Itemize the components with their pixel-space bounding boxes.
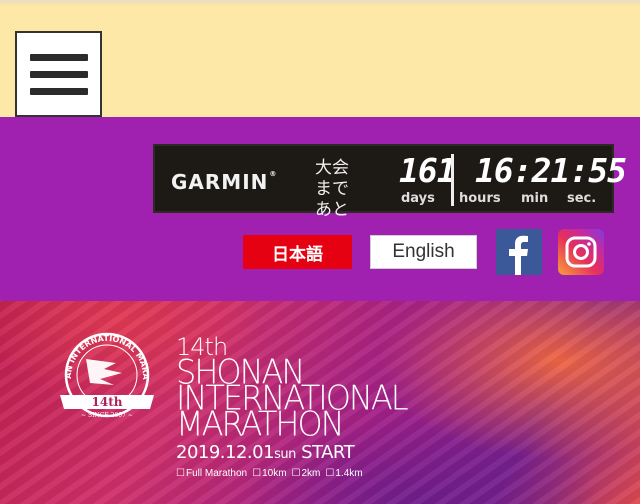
hamburger-menu-icon	[29, 53, 88, 61]
instagram-icon	[565, 236, 597, 268]
title-line: MARATHON	[176, 404, 345, 444]
language-japanese-button[interactable]: 日本語	[243, 235, 352, 269]
top-header	[0, 0, 640, 117]
marathon-emblem: SHONAN INTERNATIONAL MARATHON 14th ~ SIN…	[56, 329, 154, 419]
countdown-banner[interactable]: GARMIN® 大会まで あと 161 16:21:55 days hours …	[153, 144, 627, 220]
hamburger-menu-icon-bar	[29, 70, 88, 78]
unit-sec: sec.	[567, 191, 597, 206]
instagram-link[interactable]	[558, 229, 604, 275]
language-english-button[interactable]: English	[370, 235, 477, 269]
race-date: 2019.12.01sun START	[176, 442, 355, 463]
facebook-icon	[509, 235, 528, 275]
unit-hours: hours	[459, 191, 501, 206]
countdown-time: 16:21:55	[475, 151, 627, 190]
svg-text:14th: 14th	[92, 395, 123, 409]
course-item: 10km	[252, 468, 286, 479]
marathon-title: 14th SHONAN INTERNATIONAL MARATHON	[176, 335, 409, 444]
unit-min: min	[521, 191, 549, 206]
countdown-divider	[451, 154, 454, 206]
countdown-label: 大会まで あと	[315, 158, 349, 220]
course-list: Full Marathon 10km 2km 1.4km	[176, 468, 363, 479]
unit-days: days	[401, 191, 435, 206]
facebook-link[interactable]	[496, 229, 542, 275]
header-shadow	[0, 0, 640, 6]
menu-button[interactable]	[15, 31, 102, 117]
course-item: 2km	[292, 468, 321, 479]
countdown-days: 161	[399, 151, 457, 190]
course-item: Full Marathon	[176, 468, 247, 479]
garmin-logo: GARMIN®	[171, 170, 278, 194]
hero-banner: SHONAN INTERNATIONAL MARATHON 14th ~ SIN…	[0, 301, 640, 504]
svg-text:~ SINCE 2007 ~: ~ SINCE 2007 ~	[81, 412, 133, 419]
hamburger-menu-icon-bar	[29, 87, 88, 95]
course-item: 1.4km	[325, 468, 362, 479]
